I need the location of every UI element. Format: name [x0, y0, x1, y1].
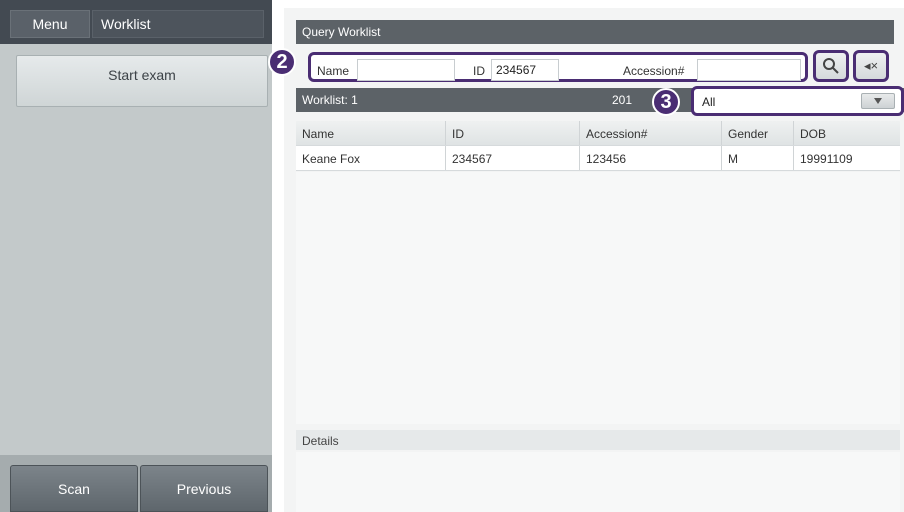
worklist-count: Worklist: 1: [302, 93, 358, 107]
search-icon: [823, 58, 839, 74]
filter-dropdown-button[interactable]: [861, 93, 895, 109]
cell-id: 234567: [446, 146, 580, 170]
id-label: ID: [473, 64, 485, 78]
cell-accession: 123456: [580, 146, 722, 170]
callout-badge-2: 2: [268, 48, 296, 76]
table-header: Name ID Accession# Gender DOB: [296, 121, 900, 146]
filter-value: All: [702, 95, 716, 109]
accession-label: Accession#: [623, 64, 685, 78]
cell-dob: 19991109: [800, 152, 853, 166]
menu-button[interactable]: Menu: [10, 10, 90, 38]
clear-button[interactable]: ◂×: [853, 50, 889, 82]
sidebar: Menu Worklist Start exam Scan Previous: [0, 0, 272, 512]
col-header-gender[interactable]: Gender: [722, 121, 794, 145]
scan-button[interactable]: Scan: [10, 465, 138, 512]
worklist-tab[interactable]: Worklist: [92, 10, 264, 38]
worklist-date: 201: [612, 93, 633, 107]
id-input[interactable]: [491, 59, 559, 81]
worklist-table: Name ID Accession# Gender DOB Keane Fox …: [296, 121, 900, 171]
details-area: [296, 452, 900, 512]
search-button[interactable]: [813, 50, 849, 82]
col-header-dob[interactable]: DOB: [794, 121, 900, 145]
col-header-accession[interactable]: Accession#: [580, 121, 722, 145]
callout-badge-3: 3: [652, 88, 680, 116]
query-worklist-title: Query Worklist: [296, 20, 894, 44]
start-exam-label: Start exam: [108, 67, 176, 83]
name-label: Name: [317, 64, 350, 78]
query-row: Name ID Accession#: [308, 52, 808, 82]
filter-icon: [874, 98, 882, 104]
start-exam-button[interactable]: Start exam: [16, 55, 268, 107]
filter-select[interactable]: All: [691, 86, 904, 116]
col-header-id[interactable]: ID: [446, 121, 580, 145]
name-input[interactable]: [357, 59, 455, 81]
cell-name: Keane Fox: [296, 146, 446, 170]
table-row[interactable]: Keane Fox 234567 123456 M 19991109: [296, 146, 900, 171]
cell-gender: M: [722, 146, 794, 170]
worklist-empty-area: [296, 172, 900, 424]
clear-back-icon: ◂×: [863, 58, 879, 73]
col-header-name[interactable]: Name: [296, 121, 446, 145]
previous-button[interactable]: Previous: [140, 465, 268, 512]
accession-input[interactable]: [697, 59, 801, 81]
details-header: Details: [296, 430, 900, 450]
